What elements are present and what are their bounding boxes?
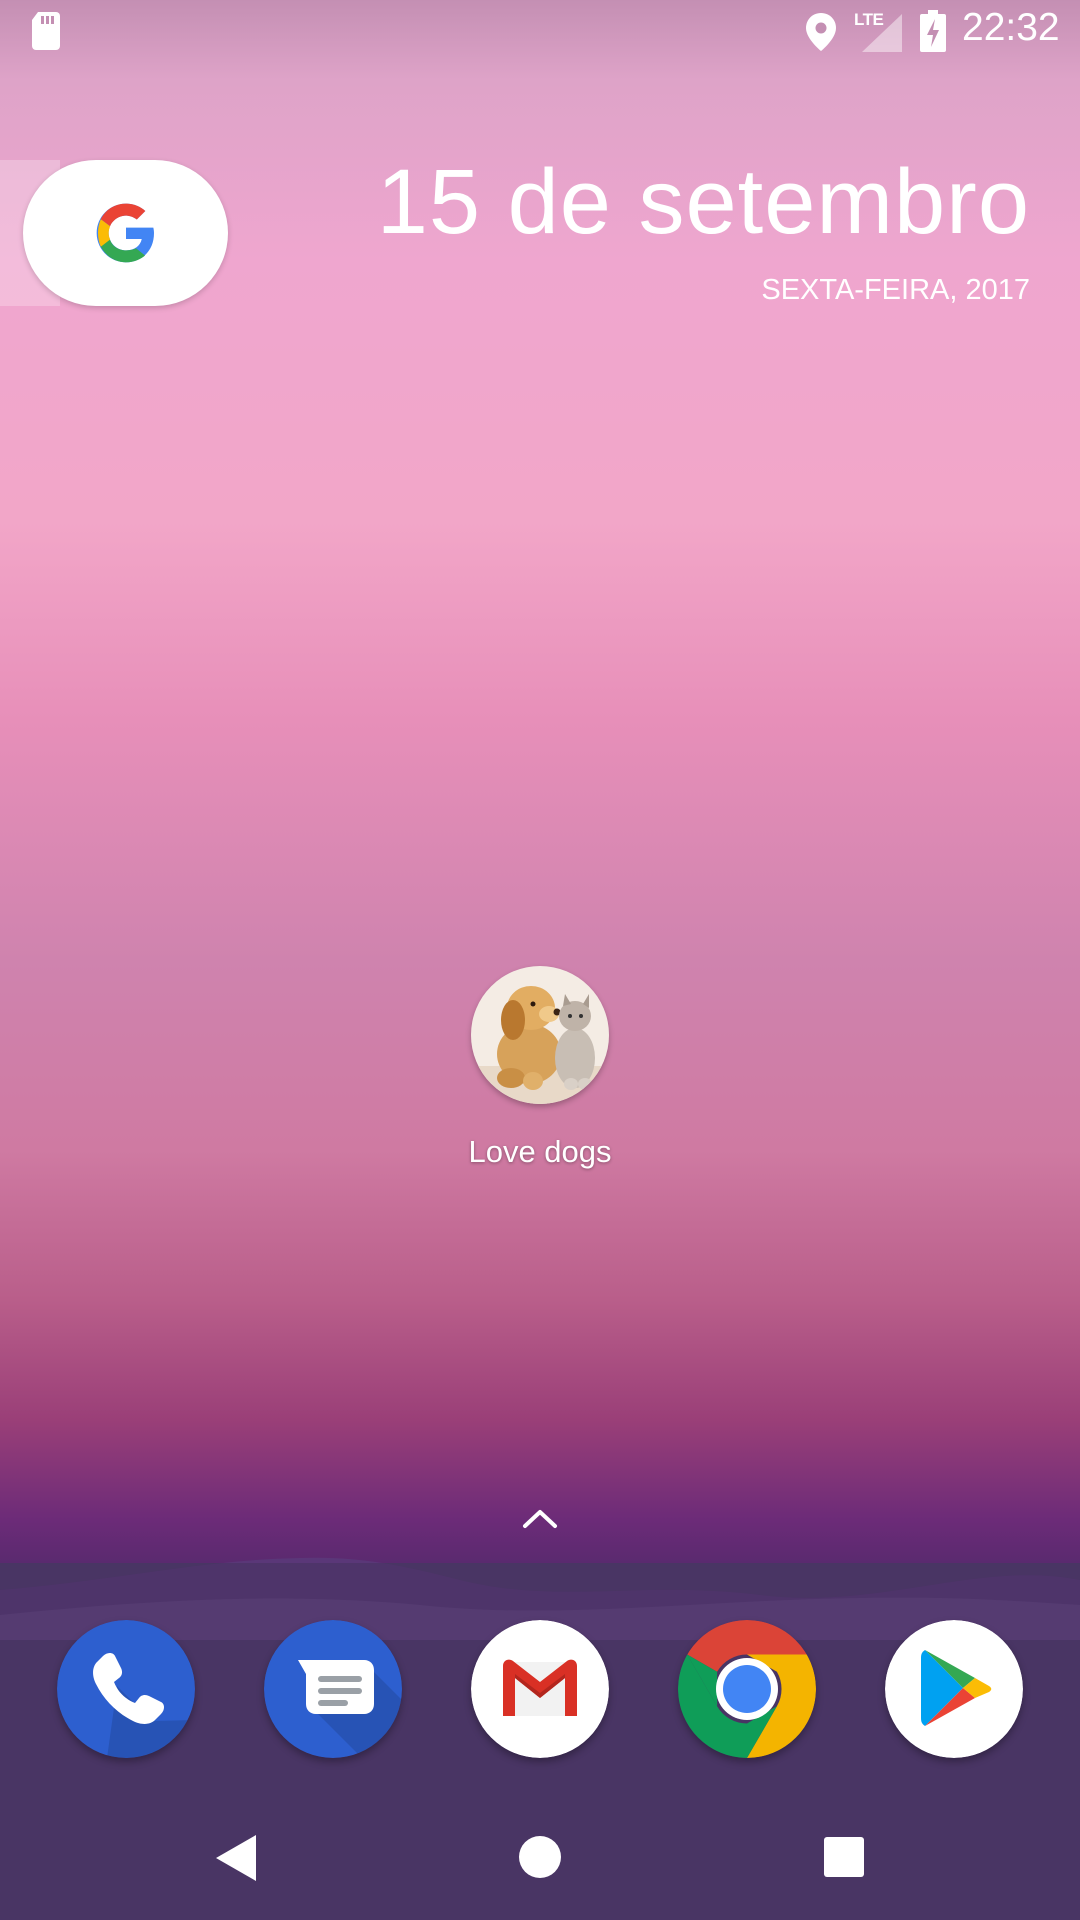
dock-play-store-button[interactable] [885,1620,1023,1758]
love-dogs-app-icon[interactable] [471,966,609,1104]
puppy-kitten-photo-icon [471,966,609,1104]
recents-icon[interactable] [824,1837,864,1877]
love-dogs-app-label[interactable]: Love dogs [340,1134,740,1170]
network-indicator: LTE [850,10,902,52]
chevron-up-icon[interactable] [522,1506,558,1530]
dock-phone-button[interactable] [57,1620,195,1758]
play-store-icon [885,1620,1023,1758]
gmail-icon [471,1620,609,1758]
dock-chrome-button[interactable] [678,1620,816,1758]
network-type-label: LTE [854,10,884,29]
date-widget-weekday-year: SEXTA-FEIRA, 2017 [761,274,1030,306]
status-bar[interactable]: LTE 22:32 [0,0,1080,63]
location-icon [806,13,836,51]
status-clock: 22:32 [962,6,1060,49]
battery-charging-icon [920,10,946,52]
google-g-icon [96,203,154,263]
back-icon[interactable] [214,1833,258,1883]
messages-icon [264,1620,402,1758]
google-search-button[interactable] [23,160,228,306]
dock-gmail-button[interactable] [471,1620,609,1758]
phone-icon [57,1620,195,1758]
date-widget-date[interactable]: 15 de setembro [377,150,1030,255]
home-icon[interactable] [519,1836,561,1878]
sd-card-icon [32,12,60,50]
dock-messages-button[interactable] [264,1620,402,1758]
chrome-icon [678,1620,816,1758]
